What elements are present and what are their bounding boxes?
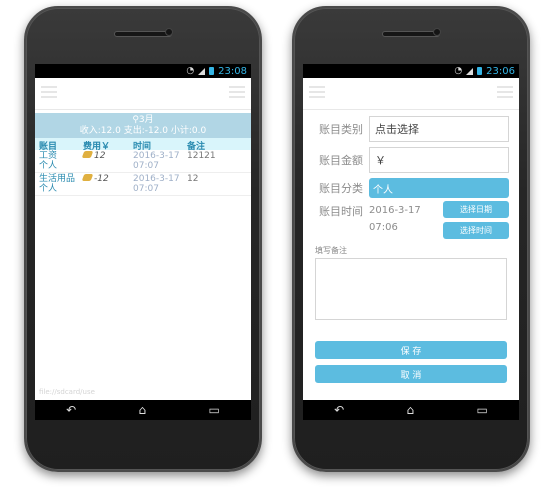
battery-icon <box>209 67 215 75</box>
row-category: 个人 <box>39 161 58 171</box>
note-label: 填写备注 <box>315 246 347 255</box>
col-time: 时间 <box>133 142 152 152</box>
amount-label: 账目金额 <box>319 154 363 167</box>
entry-form: 账目类别 点击选择 账目金额 ￥ 账目分类 个人 账目时间 2016-3-17 … <box>303 110 519 383</box>
category-select[interactable]: 个人 <box>369 178 509 198</box>
row-amount: -12 <box>94 174 109 184</box>
pick-time-button[interactable]: 选择时间 <box>443 222 509 239</box>
row-name: 工资 <box>39 151 58 161</box>
amount-input[interactable]: ￥ <box>369 147 509 173</box>
save-button[interactable]: 保 存 <box>315 341 507 359</box>
table-header: 账目 费用￥ 时间 备注 <box>35 138 251 152</box>
battery-icon <box>477 67 483 75</box>
category-label: 账目分类 <box>319 182 363 195</box>
status-bar: ◔ 23:06 <box>303 64 519 78</box>
watermark: file://sdcard/use <box>39 388 95 396</box>
front-camera <box>165 28 173 36</box>
action-bar <box>303 78 519 110</box>
date-value: 2016-3-17 <box>369 205 421 216</box>
back-icon[interactable]: ↶ <box>334 403 344 417</box>
nav-bar: ↶ ⌂ ▭ <box>303 400 519 420</box>
recents-icon[interactable]: ▭ <box>208 403 219 417</box>
recents-icon[interactable]: ▭ <box>476 403 487 417</box>
pick-date-button[interactable]: 选择日期 <box>443 201 509 218</box>
menu-icon[interactable] <box>41 86 57 100</box>
overflow-menu-icon[interactable] <box>497 86 513 100</box>
back-icon[interactable]: ↶ <box>66 403 76 417</box>
action-bar <box>35 78 251 110</box>
type-label: 账目类别 <box>319 123 363 136</box>
row-time: 07:07 <box>133 161 159 171</box>
note-textarea[interactable] <box>315 258 507 320</box>
time-value: 07:06 <box>369 222 398 233</box>
table-row[interactable]: 生活用品 个人 -12 2016-3-17 07:07 12 <box>35 173 251 196</box>
coin-icon <box>81 151 94 158</box>
row-date: 2016-3-17 <box>133 151 180 161</box>
row-name: 生活用品 <box>39 174 76 184</box>
wifi-icon: ◔ <box>186 66 195 76</box>
time-label: 账目时间 <box>319 205 363 218</box>
signal-icon <box>466 67 474 75</box>
menu-icon[interactable] <box>309 86 325 100</box>
speaker-grill <box>382 31 440 37</box>
status-time: 23:06 <box>486 65 515 77</box>
col-account: 账目 <box>39 142 58 152</box>
coin-icon <box>81 174 94 181</box>
overflow-menu-icon[interactable] <box>229 86 245 100</box>
speaker-grill <box>114 31 172 37</box>
screen-form: ◔ 23:06 账目类别 点击选择 账目金额 ￥ 账目分类 个人 账目时间 20… <box>303 64 519 420</box>
row-date: 2016-3-17 <box>133 174 180 184</box>
screen-list: ◔ 23:08 ⚲3月 收入:12.0 支出:-12.0 小计:0.0 账目 费… <box>35 64 251 420</box>
front-camera <box>433 28 441 36</box>
home-icon[interactable]: ⌂ <box>407 403 415 417</box>
totals-label: 收入:12.0 支出:-12.0 小计:0.0 <box>79 126 207 136</box>
month-label: 3月 <box>138 115 154 125</box>
row-category: 个人 <box>39 184 58 194</box>
row-amount: 12 <box>94 151 106 161</box>
home-icon[interactable]: ⌂ <box>139 403 147 417</box>
col-note: 备注 <box>187 142 206 152</box>
status-bar: ◔ 23:08 <box>35 64 251 78</box>
cancel-button[interactable]: 取 消 <box>315 365 507 383</box>
phone-left: ◔ 23:08 ⚲3月 收入:12.0 支出:-12.0 小计:0.0 账目 费… <box>24 6 262 472</box>
type-input[interactable]: 点击选择 <box>369 116 509 142</box>
wifi-icon: ◔ <box>454 66 463 76</box>
row-time: 07:07 <box>133 184 159 194</box>
month-summary[interactable]: ⚲3月 收入:12.0 支出:-12.0 小计:0.0 <box>35 113 251 138</box>
table-row[interactable]: 工资 个人 12 2016-3-17 07:07 12121 <box>35 150 251 173</box>
nav-bar: ↶ ⌂ ▭ <box>35 400 251 420</box>
row-note: 12121 <box>187 151 216 161</box>
signal-icon <box>198 67 206 75</box>
row-note: 12 <box>187 174 199 184</box>
search-icon: ⚲ <box>132 115 139 125</box>
phone-right: ◔ 23:06 账目类别 点击选择 账目金额 ￥ 账目分类 个人 账目时间 20… <box>292 6 530 472</box>
col-amount: 费用￥ <box>83 142 111 152</box>
status-time: 23:08 <box>218 65 247 77</box>
